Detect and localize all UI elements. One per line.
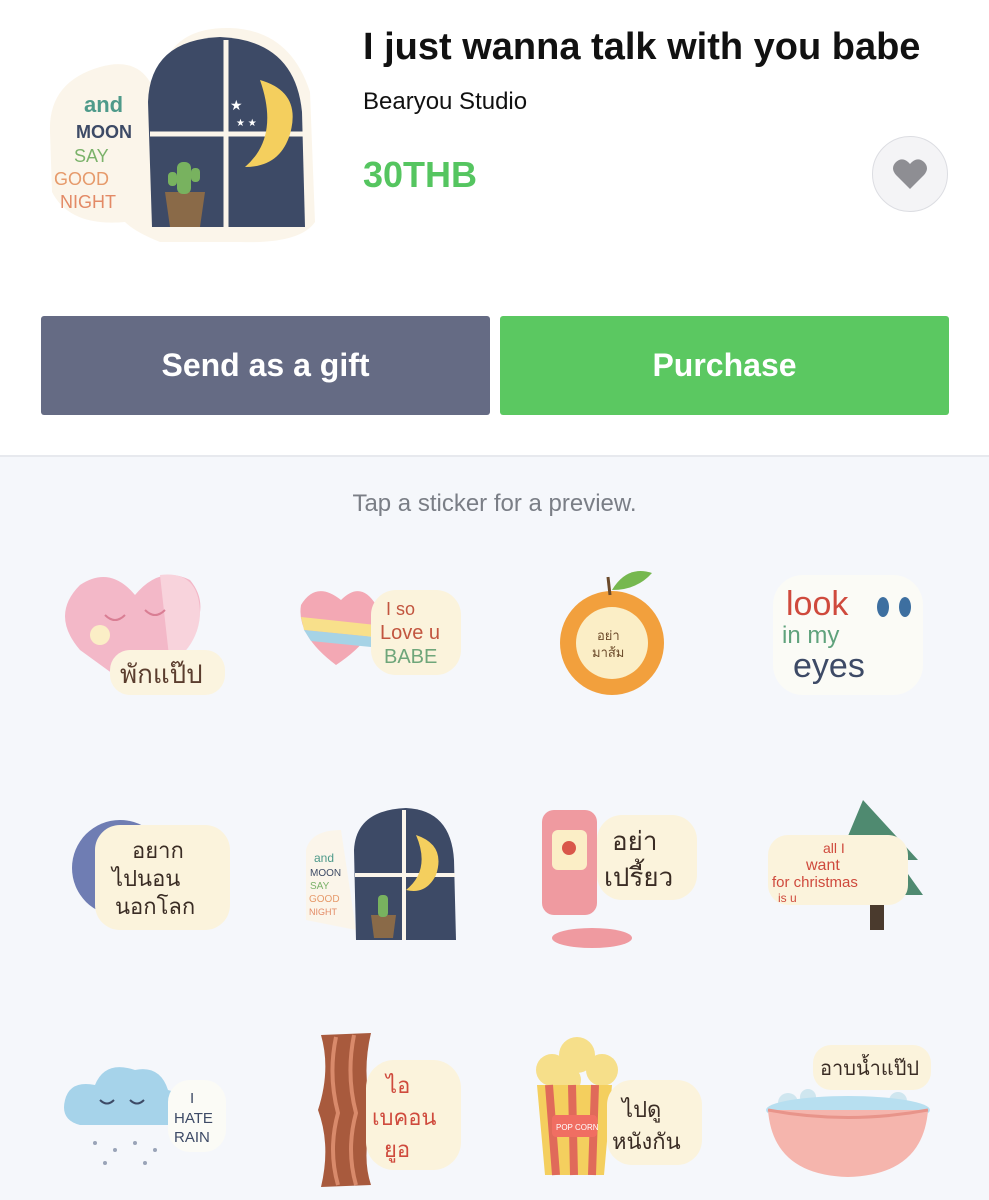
sticker-text: อย่า — [597, 628, 620, 643]
main-sticker-text-night: NIGHT — [60, 192, 116, 212]
sticker-text: ไปนอน — [110, 866, 180, 891]
favorite-button[interactable] — [872, 136, 948, 212]
sticker-text: RAIN — [174, 1129, 210, 1146]
heart-icon — [893, 159, 927, 189]
sticker-and-moon-say-good-night[interactable]: and MOON SAY GOOD NIGHT — [276, 790, 476, 960]
sticker-text: ไปดู — [620, 1097, 661, 1123]
sticker-text: หนังกัน — [612, 1129, 681, 1154]
sticker-text: all I — [823, 840, 845, 856]
sticker-text: SAY — [310, 881, 330, 892]
product-author[interactable]: Bearyou Studio — [363, 88, 527, 116]
sticker-i-hate-rain[interactable]: I HATE RAIN — [40, 1025, 240, 1195]
sticker-text: look — [786, 585, 849, 623]
main-sticker-text-and: and — [84, 92, 123, 117]
product-title: I just wanna talk with you babe — [363, 26, 921, 68]
main-sticker-text-good: GOOD — [54, 169, 109, 189]
sticker-text: อาบน้ำแป๊ป — [820, 1054, 919, 1080]
sticker-text: POP CORN — [556, 1123, 599, 1132]
purchase-button[interactable]: Purchase — [500, 316, 949, 415]
sticker-text: in my — [782, 622, 839, 649]
sticker-text: I so — [386, 599, 415, 619]
sticker-text: เบคอน — [372, 1105, 436, 1130]
sticker-text: is u — [778, 891, 797, 905]
sticker-text: Love u — [380, 622, 440, 644]
sticker-text: นอกโลก — [115, 894, 195, 919]
sticker-bathtub[interactable]: อาบน้ำแป๊ป — [748, 1025, 948, 1195]
sticker-text: ไอ — [384, 1073, 410, 1098]
product-price: 30THB — [363, 154, 478, 195]
sticker-text: เปรี้ยว — [604, 858, 673, 892]
product-header: ★ ★ ★ and MOON SAY GOOD NIGHT I just wan… — [0, 0, 989, 456]
sticker-text: for christmas — [772, 874, 858, 891]
sticker-i-so-love-u-babe[interactable]: I so Love u BABE — [276, 555, 476, 725]
sticker-look-in-my-eyes[interactable]: look in my eyes — [748, 555, 948, 725]
sticker-text: อยาก — [132, 838, 184, 863]
sticker-text: I — [190, 1090, 194, 1107]
sticker-orange[interactable]: อย่า มาส้ม — [512, 555, 712, 725]
sticker-text: MOON — [310, 868, 341, 879]
sticker-text: want — [805, 857, 840, 874]
preview-hint: Tap a sticker for a preview. — [352, 490, 637, 517]
sticker-text: and — [314, 851, 334, 865]
sticker-text: GOOD — [309, 894, 340, 905]
sticker-ketchup[interactable]: อย่า เปรี้ยว — [512, 790, 712, 960]
svg-text:★: ★ — [230, 97, 243, 113]
sticker-text: eyes — [793, 647, 865, 685]
main-sticker-text-say: SAY — [74, 146, 109, 166]
sticker-moon-want-sleep[interactable]: อยาก ไปนอน นอกโลก — [40, 790, 240, 960]
sticker-christmas-tree[interactable]: all I want for christmas is u — [748, 790, 948, 960]
sticker-text: อย่า — [612, 826, 657, 856]
sticker-text: มาส้ม — [592, 645, 624, 660]
sticker-pink-heart-sleep[interactable]: พักแป๊ป — [40, 555, 240, 725]
sticker-popcorn[interactable]: POP CORN ไปดู หนังกัน — [512, 1025, 712, 1195]
sticker-bacon[interactable]: ไอ เบคอน ยูอ — [276, 1025, 476, 1195]
send-gift-button[interactable]: Send as a gift — [41, 316, 490, 415]
sticker-text: NIGHT — [309, 907, 338, 917]
sticker-text: HATE — [174, 1110, 213, 1127]
svg-text:★ ★: ★ ★ — [236, 118, 257, 129]
main-sticker-image[interactable]: ★ ★ ★ and MOON SAY GOOD NIGHT — [40, 22, 325, 247]
sticker-text: ยูอ — [384, 1137, 410, 1163]
sticker-text: BABE — [384, 646, 437, 668]
main-sticker-text-moon: MOON — [76, 122, 132, 142]
sticker-text: พักแป๊ป — [120, 659, 203, 689]
